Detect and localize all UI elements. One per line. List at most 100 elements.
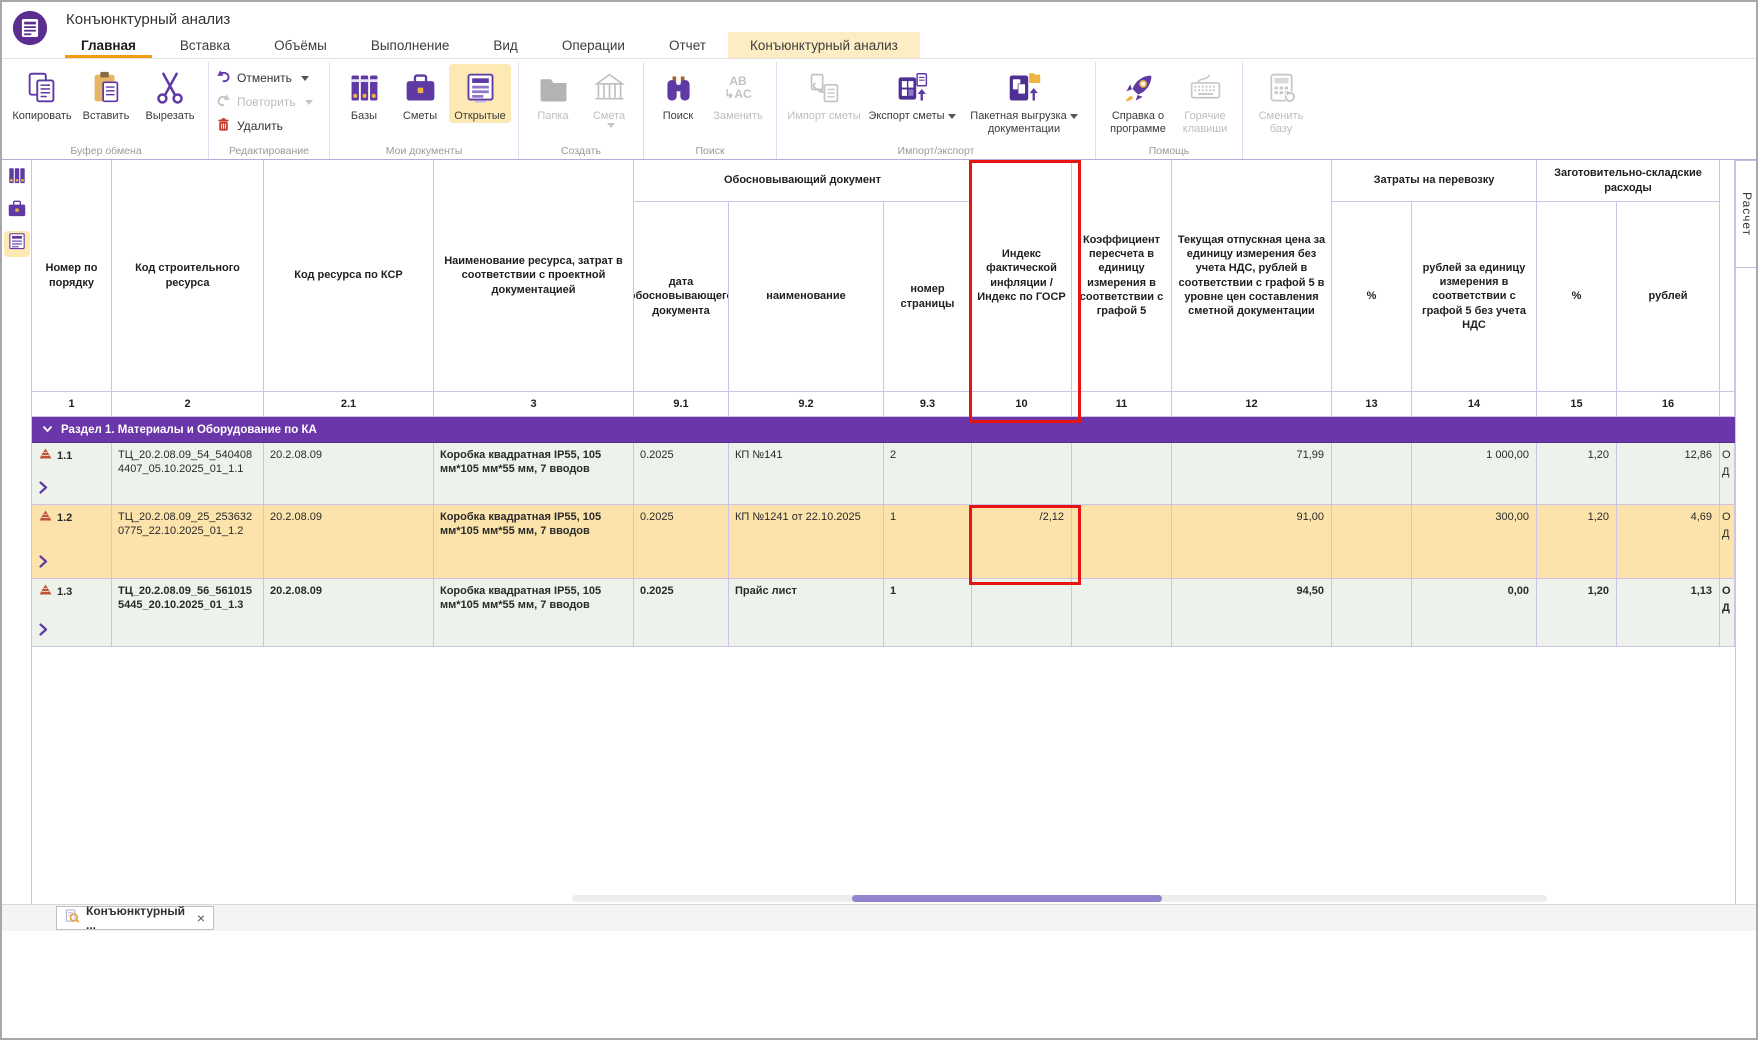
cell-warehouse-pct[interactable]: 1,20 bbox=[1537, 505, 1617, 579]
paste-button[interactable]: Вставить bbox=[75, 64, 137, 123]
cell-page[interactable]: 1 bbox=[884, 505, 972, 579]
col-header-warehouse-rub[interactable]: рублей bbox=[1617, 202, 1720, 392]
col-header-inflation-index[interactable]: Индекс фактической инфляции / Индекс по … bbox=[972, 160, 1072, 392]
cell-current-price[interactable]: 94,50 bbox=[1172, 579, 1332, 647]
cell-doc-name[interactable]: КП №141 bbox=[729, 443, 884, 505]
cell-doc-name[interactable]: Прайс лист bbox=[729, 579, 884, 647]
cell-inflation-index[interactable] bbox=[972, 443, 1072, 505]
tab-vid[interactable]: Вид bbox=[471, 32, 539, 58]
copy-button[interactable]: Копировать bbox=[11, 64, 73, 123]
cell-warehouse-rub[interactable]: 1,13 bbox=[1617, 579, 1720, 647]
cell-transport-rub[interactable]: 1 000,00 bbox=[1412, 443, 1537, 505]
cell-coefficient[interactable] bbox=[1072, 443, 1172, 505]
col-header-ksr-code[interactable]: Код ресурса по КСР bbox=[264, 160, 434, 392]
tab-otchet[interactable]: Отчет bbox=[647, 32, 728, 58]
cell-current-price[interactable]: 71,99 bbox=[1172, 443, 1332, 505]
col-header-current-price[interactable]: Текущая отпускная цена за единицу измере… bbox=[1172, 160, 1332, 392]
cell-page[interactable]: 2 bbox=[884, 443, 972, 505]
group-header-warehouse-costs[interactable]: Заготовительно-складские расходы bbox=[1537, 160, 1720, 202]
tab-obyomy[interactable]: Объёмы bbox=[252, 32, 349, 58]
bases-button[interactable]: Базы bbox=[337, 64, 391, 123]
undo-dropdown-caret[interactable] bbox=[301, 76, 309, 81]
cell-page[interactable]: 1 bbox=[884, 579, 972, 647]
sidebar-item-open-documents[interactable] bbox=[4, 231, 30, 257]
cell-coefficient[interactable] bbox=[1072, 505, 1172, 579]
close-icon[interactable]: × bbox=[197, 911, 205, 925]
tab-vypolnenie[interactable]: Выполнение bbox=[349, 32, 472, 58]
col-header-resource-name[interactable]: Наименование ресурса, затрат в соответст… bbox=[434, 160, 634, 392]
table-row-cell-number[interactable]: 1.3 bbox=[32, 579, 112, 647]
document-tab-konyunkturny[interactable]: Конъюнктурный ... × bbox=[56, 906, 214, 930]
import-estimate-button[interactable]: Импорт сметы bbox=[784, 64, 864, 123]
folder-button[interactable]: Папка bbox=[526, 64, 580, 123]
cell-doc-date[interactable]: 0.2025 bbox=[634, 505, 729, 579]
cell-inflation-index-annotated[interactable]: /2,12 bbox=[972, 505, 1072, 579]
redo-button[interactable]: Повторить bbox=[216, 93, 322, 111]
cell-ksr-code[interactable]: 20.2.08.09 bbox=[264, 579, 434, 647]
cell-warehouse-rub[interactable]: 4,69 bbox=[1617, 505, 1720, 579]
change-database-button[interactable]: Сменитьбазу bbox=[1250, 64, 1312, 136]
cell-current-price[interactable]: 91,00 bbox=[1172, 505, 1332, 579]
cell-inflation-index[interactable] bbox=[972, 579, 1072, 647]
export-estimate-button[interactable]: Экспорт сметы bbox=[866, 64, 958, 123]
sidebar-item-estimates[interactable] bbox=[4, 198, 30, 224]
group-header-justifying-document[interactable]: Обосновывающий документ bbox=[634, 160, 972, 202]
cut-button[interactable]: Вырезать bbox=[139, 64, 201, 123]
estimates-button[interactable]: Сметы bbox=[393, 64, 447, 123]
col-header-warehouse-pct[interactable]: % bbox=[1537, 202, 1617, 392]
undo-button[interactable]: Отменить bbox=[216, 69, 322, 87]
col-header-conversion-coefficient[interactable]: Коэффициент пересчета в единицу измерени… bbox=[1072, 160, 1172, 392]
col-header-transport-pct[interactable]: % bbox=[1332, 202, 1412, 392]
estimate-create-button[interactable]: Смета bbox=[582, 64, 636, 128]
cell-resource-code[interactable]: ТЦ_20.2.08.09_25_2536320775_22.10.2025_0… bbox=[112, 505, 264, 579]
table-row-cell-number[interactable]: 1.1 bbox=[32, 443, 112, 505]
cell-resource-name[interactable]: Коробка квадратная IP55, 105 мм*105 мм*5… bbox=[434, 443, 634, 505]
expand-chevron-icon[interactable] bbox=[39, 623, 107, 640]
cell-ksr-code[interactable]: 20.2.08.09 bbox=[264, 443, 434, 505]
table-row-cell-number[interactable]: 1.2 bbox=[32, 505, 112, 579]
cell-transport-pct[interactable] bbox=[1332, 443, 1412, 505]
group-header-transport-costs[interactable]: Затраты на перевозку bbox=[1332, 160, 1537, 202]
cell-resource-code[interactable]: ТЦ_20.2.08.09_54_5404084407_05.10.2025_0… bbox=[112, 443, 264, 505]
replace-button[interactable]: AB↳AC Заменить bbox=[707, 64, 769, 123]
col-header-number[interactable]: Номер по порядку bbox=[32, 160, 112, 392]
cell-resource-code[interactable]: ТЦ_20.2.08.09_56_5610155445_20.10.2025_0… bbox=[112, 579, 264, 647]
cell-transport-pct[interactable] bbox=[1332, 505, 1412, 579]
cell-doc-date[interactable]: 0.2025 bbox=[634, 443, 729, 505]
expand-chevron-icon[interactable] bbox=[39, 481, 107, 498]
cell-warehouse-pct[interactable]: 1,20 bbox=[1537, 443, 1617, 505]
cell-resource-name[interactable]: Коробка квадратная IP55, 105 мм*105 мм*5… bbox=[434, 505, 634, 579]
section-collapse-icon[interactable] bbox=[42, 424, 53, 436]
cell-resource-name[interactable]: Коробка квадратная IP55, 105 мм*105 мм*5… bbox=[434, 579, 634, 647]
col-header-doc-date[interactable]: дата обосновывающего документа bbox=[634, 202, 729, 392]
delete-button[interactable]: Удалить bbox=[216, 117, 322, 135]
cell-doc-name[interactable]: КП №1241 от 22.10.2025 bbox=[729, 505, 884, 579]
cell-transport-rub[interactable]: 300,00 bbox=[1412, 505, 1537, 579]
tab-konyunkturny-analiz[interactable]: Конъюнктурный анализ bbox=[728, 32, 920, 58]
col-header-page-number[interactable]: номер страницы bbox=[884, 202, 972, 392]
cell-doc-date[interactable]: 0.2025 bbox=[634, 579, 729, 647]
expand-chevron-icon[interactable] bbox=[39, 555, 107, 572]
about-button[interactable]: Справка опрограмме bbox=[1103, 64, 1173, 136]
search-button[interactable]: Поиск bbox=[651, 64, 705, 123]
binoculars-icon bbox=[660, 66, 697, 110]
horizontal-scrollbar-thumb[interactable] bbox=[852, 895, 1162, 902]
tab-raschet[interactable]: Расчет bbox=[1735, 160, 1758, 268]
col-header-doc-name[interactable]: наименование bbox=[729, 202, 884, 392]
col-header-transport-rub[interactable]: рублей за единицу измерения в соответств… bbox=[1412, 202, 1537, 392]
tab-vstavka[interactable]: Вставка bbox=[158, 32, 252, 58]
open-documents-button[interactable]: Открытые bbox=[449, 64, 511, 123]
sidebar-item-bases[interactable] bbox=[4, 165, 30, 191]
section-header-row[interactable]: Раздел 1. Материалы и Оборудование по КА bbox=[32, 417, 1735, 443]
tab-operacii[interactable]: Операции bbox=[540, 32, 647, 58]
cell-coefficient[interactable] bbox=[1072, 579, 1172, 647]
col-header-resource-code[interactable]: Код строительного ресурса bbox=[112, 160, 264, 392]
batch-export-button[interactable]: Пакетная выгрузкадокументации bbox=[960, 64, 1088, 136]
cell-warehouse-rub[interactable]: 12,86 bbox=[1617, 443, 1720, 505]
cell-transport-rub[interactable]: 0,00 bbox=[1412, 579, 1537, 647]
cell-ksr-code[interactable]: 20.2.08.09 bbox=[264, 505, 434, 579]
hotkeys-button[interactable]: Горячиеклавиши bbox=[1175, 64, 1235, 136]
tab-glavnaya[interactable]: Главная bbox=[59, 32, 158, 58]
cell-transport-pct[interactable] bbox=[1332, 579, 1412, 647]
cell-warehouse-pct[interactable]: 1,20 bbox=[1537, 579, 1617, 647]
